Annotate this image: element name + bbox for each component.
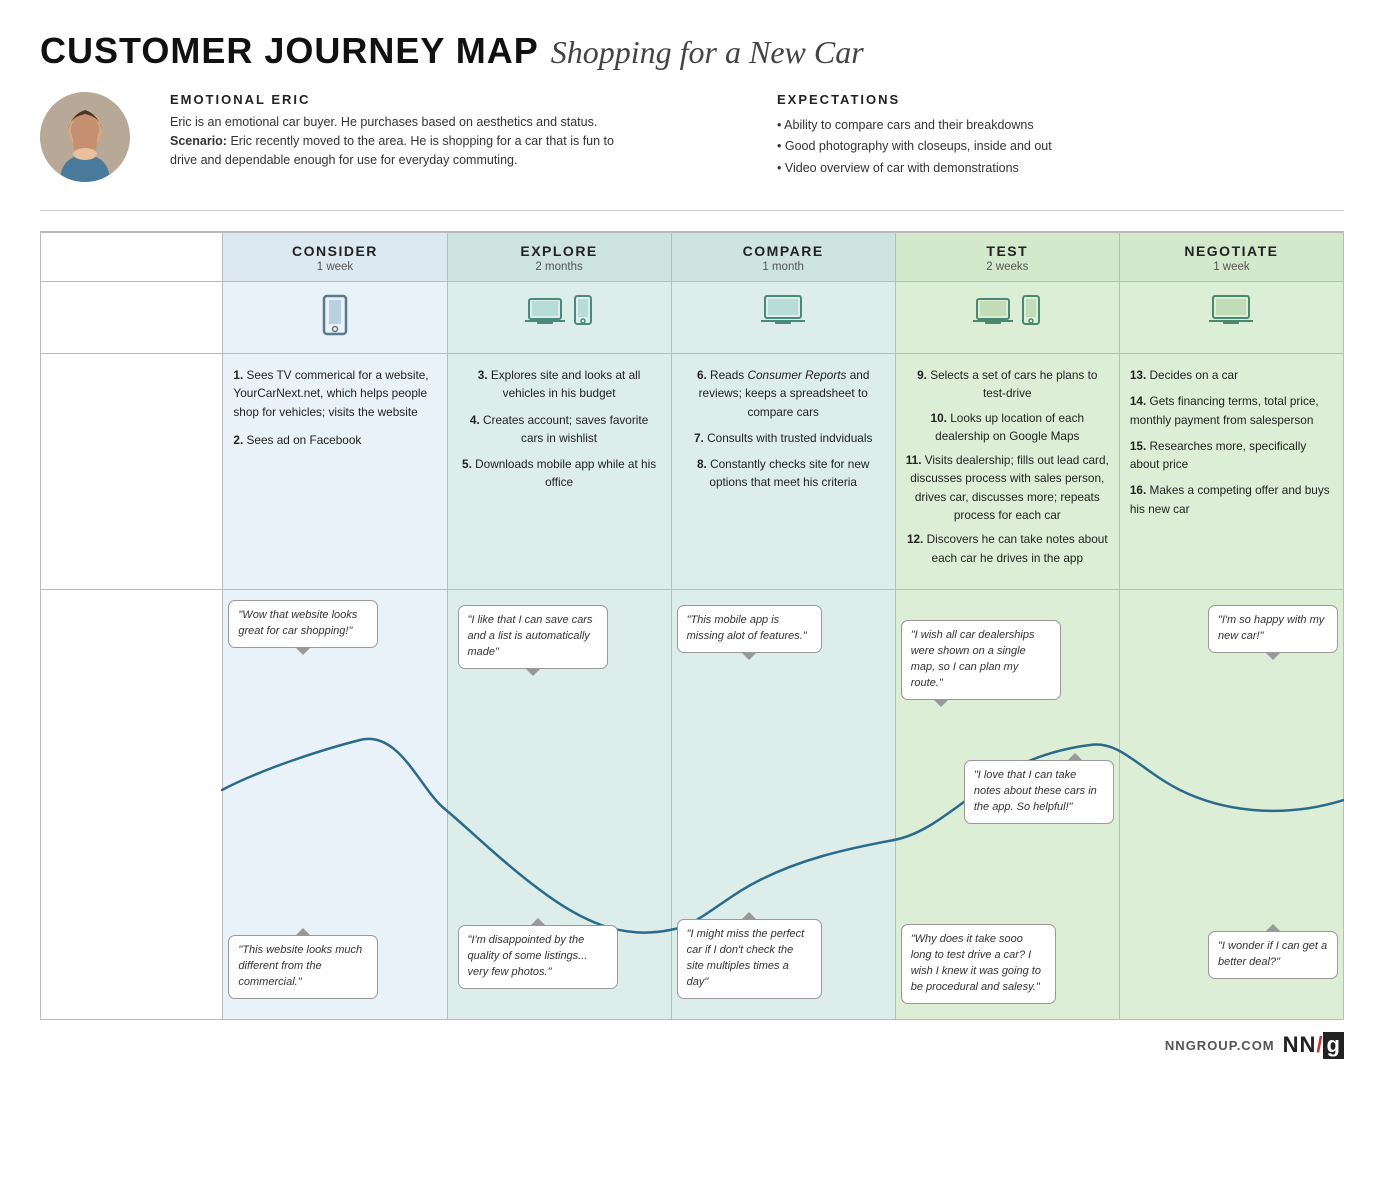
section-divider: [40, 210, 1344, 211]
expectation-item: Video overview of car with demonstration…: [777, 158, 1344, 179]
quote-negotiate-top: "I'm so happy with my new car!": [1208, 605, 1338, 653]
actions-row: 1. Sees TV commerical for a website, You…: [41, 354, 1344, 590]
quote-test-top: "I wish all car dealerships were shown o…: [901, 620, 1061, 700]
persona-info: EMOTIONAL ERIC Eric is an emotional car …: [170, 92, 737, 169]
laptop-icon-3: [973, 296, 1013, 331]
quote-consider-top: "Wow that website looks great for car sh…: [228, 600, 378, 648]
emotion-label: [41, 589, 223, 1019]
laptop-icon-4: [1209, 294, 1253, 331]
quote-compare-bottom: "I might miss the perfect car if I don't…: [677, 919, 822, 999]
persona-description: Eric is an emotional car buyer. He purch…: [170, 113, 630, 169]
empty-header: [41, 232, 223, 282]
phase-header-test: TEST 2 weeks: [895, 232, 1119, 282]
quote-test-mid: "I love that I can take notes about thes…: [964, 760, 1114, 824]
expectations-list: Ability to compare cars and their breakd…: [777, 115, 1344, 179]
emotion-test: "I wish all car dealerships were shown o…: [895, 589, 1119, 1019]
phone-icon: [321, 294, 349, 341]
phase-duration-explore: 2 months: [456, 261, 663, 273]
footer-logo-g: g: [1323, 1032, 1344, 1059]
phase-name-negotiate: NEGOTIATE: [1128, 243, 1335, 259]
quote-explore-bottom: "I'm disappointed by the quality of some…: [458, 925, 618, 989]
phase-header-consider: CONSIDER 1 week: [223, 232, 447, 282]
journey-table: CONSIDER 1 week EXPLORE 2 months COMPARE…: [40, 231, 1344, 1020]
footer: NNGROUP.COM NN / g: [40, 1020, 1344, 1059]
footer-site: NNGROUP.COM: [1165, 1038, 1275, 1053]
persona-section: EMOTIONAL ERIC Eric is an emotional car …: [40, 92, 1344, 182]
devices-compare: [671, 282, 895, 354]
actions-label: [41, 354, 223, 590]
phase-duration-consider: 1 week: [231, 261, 438, 273]
quote-negotiate-bottom: "I wonder if I can get a better deal?": [1208, 931, 1338, 979]
footer-logo-nn: NN: [1283, 1032, 1317, 1058]
title-bold: CUSTOMER JOURNEY MAP: [40, 30, 539, 72]
phase-duration-compare: 1 month: [680, 261, 887, 273]
phone-icon-3: [1021, 294, 1041, 331]
emotion-compare: "This mobile app is missing alot of feat…: [671, 589, 895, 1019]
persona-name: EMOTIONAL ERIC: [170, 92, 737, 107]
phase-header-negotiate: NEGOTIATE 1 week: [1119, 232, 1343, 282]
avatar: [40, 92, 130, 182]
page-header: CUSTOMER JOURNEY MAP Shopping for a New …: [40, 30, 1344, 72]
quote-compare-top: "This mobile app is missing alot of feat…: [677, 605, 822, 653]
expectation-item: Ability to compare cars and their breakd…: [777, 115, 1344, 136]
phase-name-explore: EXPLORE: [456, 243, 663, 259]
emotion-negotiate: "I'm so happy with my new car!" "I wonde…: [1119, 589, 1343, 1019]
quote-explore-top: "I like that I can save cars and a list …: [458, 605, 608, 669]
phase-duration-negotiate: 1 week: [1128, 261, 1335, 273]
phase-header-compare: COMPARE 1 month: [671, 232, 895, 282]
devices-label-cell: [41, 282, 223, 354]
quote-consider-bottom: "This website looks much different from …: [228, 935, 378, 999]
actions-compare: 6. Reads Consumer Reports and reviews; k…: [671, 354, 895, 590]
devices-explore: [447, 282, 671, 354]
laptop-icon-2: [761, 294, 805, 331]
phase-name-consider: CONSIDER: [231, 243, 438, 259]
expectations-title: EXPECTATIONS: [777, 92, 1344, 107]
expectations-section: EXPECTATIONS Ability to compare cars and…: [777, 92, 1344, 179]
phase-header-explore: EXPLORE 2 months: [447, 232, 671, 282]
actions-test: 9. Selects a set of cars he plans to tes…: [895, 354, 1119, 590]
quote-test-bottom: "Why does it take sooo long to test driv…: [901, 924, 1056, 1004]
journey-map: CONSIDER 1 week EXPLORE 2 months COMPARE…: [40, 231, 1344, 1020]
laptop-icon: [525, 296, 565, 331]
actions-consider: 1. Sees TV commerical for a website, You…: [223, 354, 447, 590]
phase-name-compare: COMPARE: [680, 243, 887, 259]
devices-consider: [223, 282, 447, 354]
devices-negotiate: [1119, 282, 1343, 354]
footer-logo-container: NN / g: [1283, 1032, 1344, 1059]
devices-row: [41, 282, 1344, 354]
emotion-row: "Wow that website looks great for car sh…: [41, 589, 1344, 1019]
expectation-item: Good photography with closeups, inside a…: [777, 136, 1344, 157]
emotion-consider: "Wow that website looks great for car sh…: [223, 589, 447, 1019]
emotion-explore: "I like that I can save cars and a list …: [447, 589, 671, 1019]
phase-name-test: TEST: [904, 243, 1111, 259]
phase-header-row: CONSIDER 1 week EXPLORE 2 months COMPARE…: [41, 232, 1344, 282]
actions-explore: 3. Explores site and looks at all vehicl…: [447, 354, 671, 590]
title-italic: Shopping for a New Car: [551, 34, 864, 71]
phase-duration-test: 2 weeks: [904, 261, 1111, 273]
devices-test: [895, 282, 1119, 354]
actions-negotiate: 13. Decides on a car 14. Gets financing …: [1119, 354, 1343, 590]
phone-icon-2: [573, 294, 593, 331]
